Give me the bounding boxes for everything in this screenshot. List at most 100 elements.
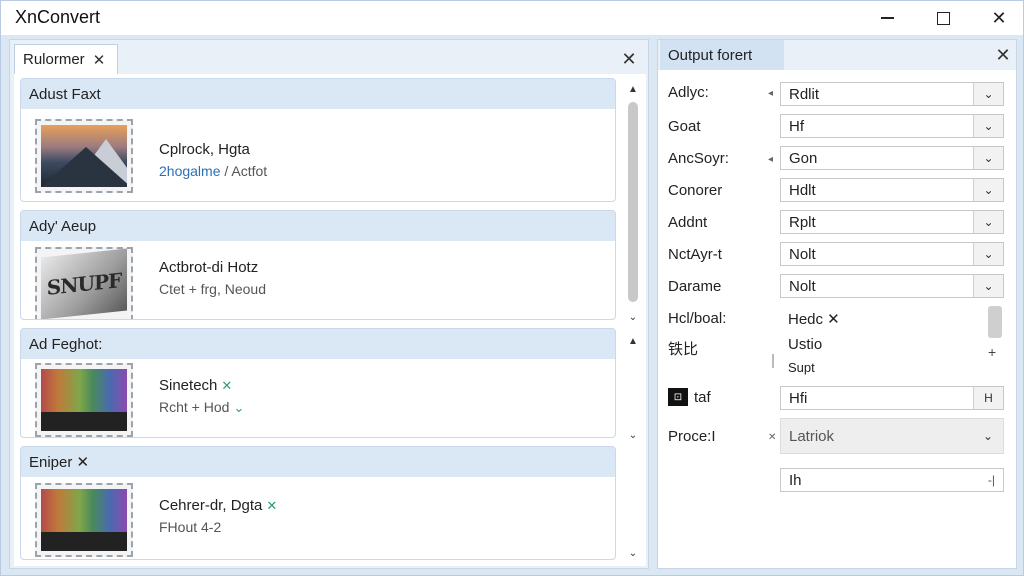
- chevron-down-icon[interactable]: ⌄: [973, 275, 1003, 297]
- setting-label: NctAyr-t: [668, 246, 722, 263]
- process-label: Proce:I: [668, 428, 716, 445]
- setting-dropdown[interactable]: Rdlit ⌄: [780, 82, 1004, 106]
- close-icon: ✕: [991, 7, 1007, 28]
- setting-label: Adlyc:: [668, 84, 709, 101]
- chevron-down-icon[interactable]: ⌄: [973, 115, 1003, 137]
- list-item[interactable]: Ustio: [788, 336, 822, 353]
- spinner-icon[interactable]: -|: [988, 473, 995, 487]
- action-card[interactable]: Adust Faxt Cplrock, Hgta 2hogalme / Actf…: [20, 78, 616, 202]
- close-window-button[interactable]: ✕: [979, 5, 1019, 31]
- action-card[interactable]: Ady' Aeup SNUPF Actbrot-di Hotz Ctet + f…: [20, 210, 616, 320]
- dropdown-value: Nolt: [789, 246, 816, 263]
- output-panel: Output forert ✕ Adlyc: ◂ Rdlit ⌄ Goat Hf…: [657, 39, 1017, 569]
- dropdown-value: Gon: [789, 150, 818, 167]
- action-card-header: Ad Feghot:: [21, 329, 615, 359]
- action-card-detail-accent[interactable]: 2hogalme: [159, 163, 221, 179]
- scroll-down-icon[interactable]: ⌄: [626, 546, 640, 560]
- remove-icon[interactable]: ✕: [266, 498, 277, 513]
- minimize-icon: [880, 17, 894, 19]
- setting-label: Conorer: [668, 182, 723, 199]
- scroll-up-icon[interactable]: ▲: [626, 82, 640, 96]
- chevron-down-icon[interactable]: ⌄: [233, 400, 244, 415]
- action-thumbnail: [35, 119, 133, 193]
- remove-icon[interactable]: ✕: [221, 378, 232, 393]
- app-title: XnConvert: [15, 7, 101, 27]
- maximize-button[interactable]: [923, 5, 963, 31]
- input-value: Ih: [789, 472, 802, 489]
- chevron-down-icon[interactable]: ⌄: [973, 179, 1003, 201]
- dropdown-value: Rplt: [789, 214, 816, 231]
- list-item[interactable]: Supt: [788, 360, 815, 375]
- tab-label: Rulormer: [23, 51, 85, 68]
- chevron-down-icon[interactable]: ⌄: [973, 83, 1003, 105]
- action-card-header: Ady' Aeup: [21, 211, 615, 241]
- chevron-down-icon[interactable]: ⌄: [973, 419, 1003, 453]
- list-scrollbar[interactable]: +: [984, 306, 1002, 366]
- setting-dropdown[interactable]: Nolt ⌄: [780, 274, 1004, 298]
- output-panel-close-button[interactable]: ✕: [992, 44, 1014, 66]
- actions-panel-close-button[interactable]: ✕: [618, 48, 640, 70]
- add-icon[interactable]: +: [988, 344, 996, 360]
- dropdown-value: Nolt: [789, 278, 816, 295]
- scroll-thumb[interactable]: [628, 102, 638, 302]
- action-list: Adust Faxt Cplrock, Hgta 2hogalme / Actf…: [14, 74, 646, 566]
- list-resize-handle[interactable]: [772, 354, 774, 368]
- output-path-input[interactable]: Ih -|: [780, 468, 1004, 492]
- setting-label: AncSoyr:: [668, 150, 729, 167]
- action-card-detail-rest: / Actfot: [220, 163, 268, 179]
- metadata-list[interactable]: Hedc ✕ Ustio Supt +: [780, 306, 1004, 376]
- setting-dropdown[interactable]: Nolt ⌄: [780, 242, 1004, 266]
- list-label: Hcl/boal:: [668, 310, 727, 327]
- browse-button[interactable]: H: [973, 387, 1003, 409]
- dropdown-value: Latriok: [789, 428, 835, 445]
- list-label-secondary: 铁比: [668, 341, 699, 358]
- chevron-down-icon[interactable]: ⌄: [973, 147, 1003, 169]
- output-panel-header: Output forert ✕: [658, 40, 1016, 70]
- tab-output[interactable]: Output forert: [660, 40, 784, 70]
- setting-label: Darame: [668, 278, 722, 295]
- setting-label: Goat: [668, 118, 701, 135]
- action-card-detail-rest: Rcht + Hod: [159, 399, 230, 415]
- mountain-image: [41, 125, 127, 187]
- setting-dropdown[interactable]: Rplt ⌄: [780, 210, 1004, 234]
- tab-close-icon[interactable]: ✕: [93, 51, 106, 69]
- setting-dropdown[interactable]: Hf ⌄: [780, 114, 1004, 138]
- action-card-title: Cplrock, Hgta: [159, 141, 250, 158]
- action-card-detail: Rcht + Hod ⌄: [159, 399, 244, 416]
- marker-icon: ◂: [768, 88, 774, 99]
- action-card-title: Actbrot-di Hotz: [159, 259, 259, 276]
- image-icon: ⊡: [668, 388, 688, 406]
- chevron-down-icon[interactable]: ⌄: [973, 211, 1003, 233]
- action-card[interactable]: Ad Feghot: Sinetech ✕ Rcht + Hod ⌄: [20, 328, 616, 438]
- list-item[interactable]: Hedc ✕: [788, 310, 840, 328]
- chevron-down-icon[interactable]: ⌄: [973, 243, 1003, 265]
- action-card-title-text: Sinetech: [159, 377, 218, 394]
- scroll-down-icon[interactable]: ⌄: [626, 310, 640, 324]
- action-card-title: Sinetech ✕: [159, 377, 232, 394]
- setting-dropdown[interactable]: Hdlt ⌄: [780, 178, 1004, 202]
- dropdown-value: Hdlt: [789, 182, 816, 199]
- action-card[interactable]: Eniper ✕ Cehrer-dr, Dgta ✕ FHout 4-2: [20, 446, 616, 560]
- scroll-thumb[interactable]: [988, 306, 1002, 338]
- action-card-detail: 2hogalme / Actfot: [159, 163, 267, 179]
- action-card-title: Cehrer-dr, Dgta ✕: [159, 497, 277, 514]
- action-thumbnail: [35, 363, 133, 437]
- action-card-header: Adust Faxt: [21, 79, 615, 109]
- marker-icon: ✕: [768, 432, 777, 443]
- action-list-scrollbar[interactable]: ▲ ⌄ ▲ ⌄ ⌄: [624, 78, 642, 560]
- dropdown-value: Rdlit: [789, 86, 820, 103]
- input-value: Hfi: [789, 390, 808, 407]
- workspace: Rulormer ✕ ✕ Adust Faxt Cplrock, Hgta 2h…: [1, 35, 1023, 575]
- scroll-down-icon[interactable]: ⌄: [626, 428, 640, 442]
- tab-actions[interactable]: Rulormer ✕: [14, 44, 118, 74]
- title-bar: XnConvert ✕: [1, 1, 1023, 35]
- process-dropdown[interactable]: Latriok ⌄: [780, 418, 1004, 454]
- scroll-up-icon[interactable]: ▲: [626, 334, 640, 348]
- setting-label: Addnt: [668, 214, 708, 231]
- action-card-title-text: Cehrer-dr, Dgta: [159, 497, 263, 514]
- setting-dropdown[interactable]: Gon ⌄: [780, 146, 1004, 170]
- minimize-button[interactable]: [867, 5, 907, 31]
- action-thumbnail: SNUPF: [35, 247, 133, 319]
- image-setting-label-text: taf: [694, 388, 711, 406]
- image-setting-input[interactable]: Hfi H: [780, 386, 1004, 410]
